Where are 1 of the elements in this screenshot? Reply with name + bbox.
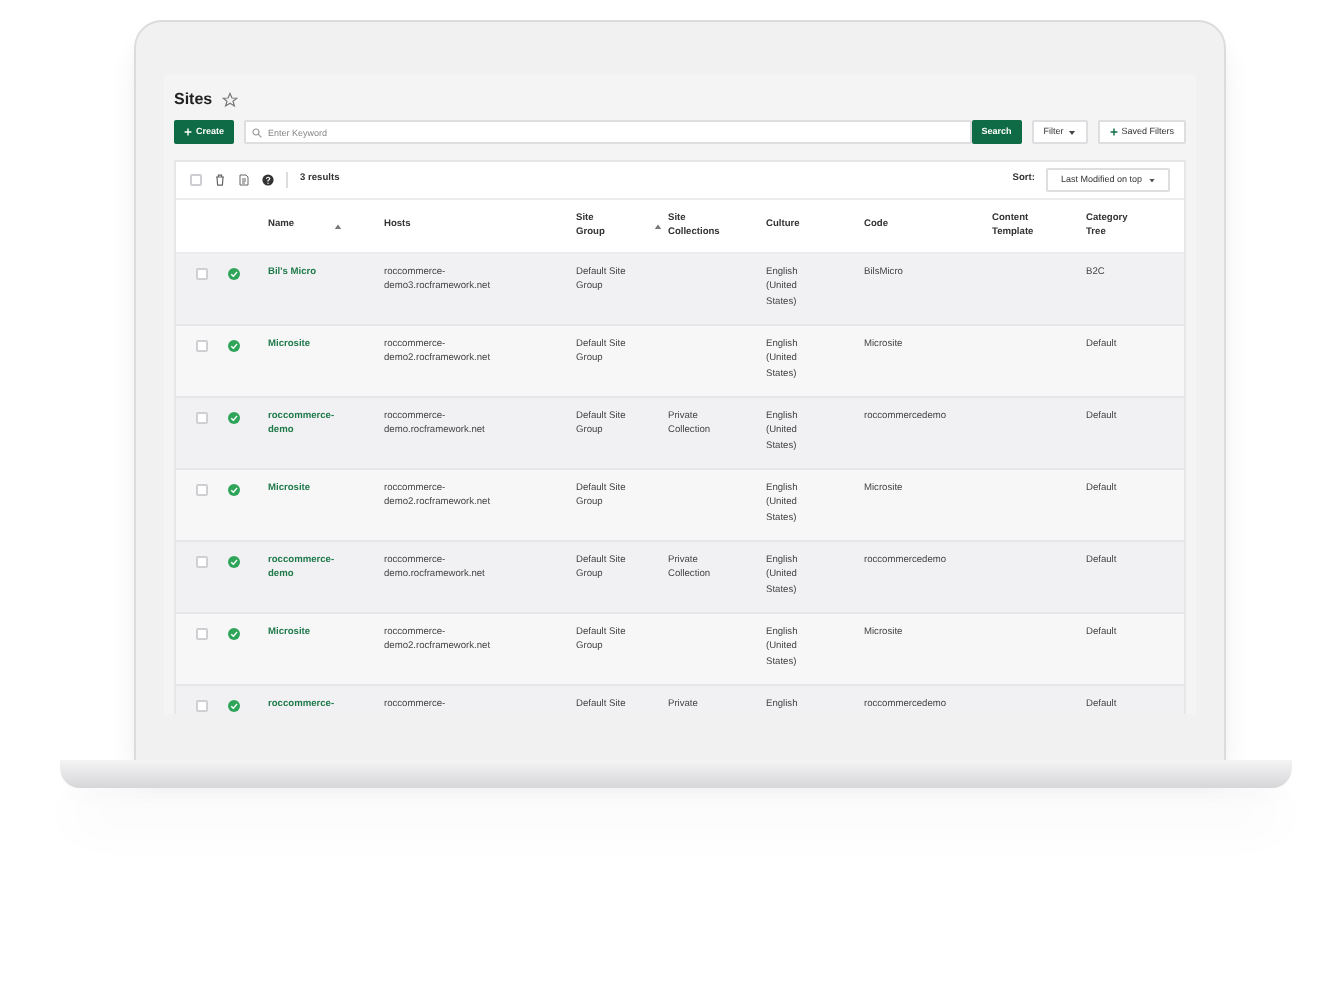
page-title: Sites	[174, 88, 213, 112]
